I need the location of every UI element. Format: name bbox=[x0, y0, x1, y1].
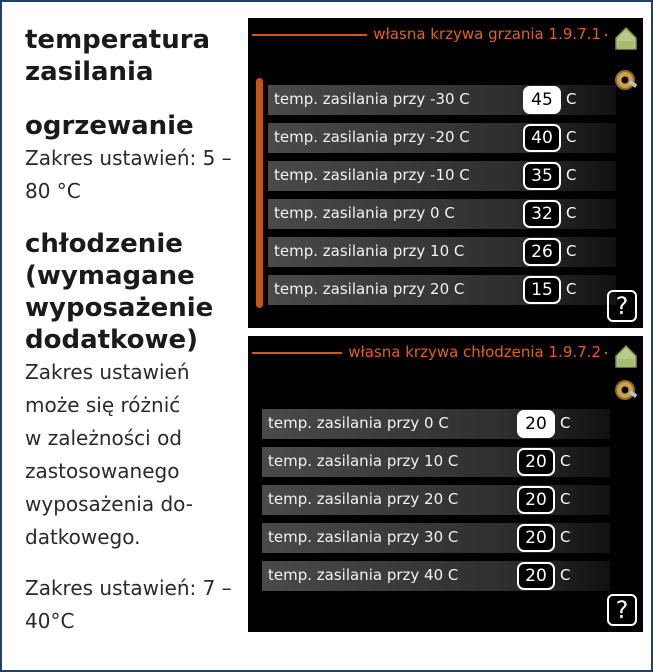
cooling-heading: chłodzenie (wymagane wyposażenie dodatko… bbox=[25, 229, 214, 355]
curve-row[interactable]: temp. zasilania przy 10 C 20 C bbox=[262, 447, 610, 477]
row-label: temp. zasilania przy 0 C bbox=[268, 414, 449, 432]
value-field[interactable]: 35 bbox=[523, 162, 561, 190]
unit-label: C bbox=[566, 90, 577, 108]
unit-label: C bbox=[560, 528, 571, 546]
cooling-curve-screen: własna krzywa chłodzenia 1.9.7.2 temp. z… bbox=[248, 336, 643, 632]
unit-label: C bbox=[560, 566, 571, 584]
row-label: temp. zasilania przy 10 C bbox=[274, 242, 465, 260]
screen-title: własna krzywa grzania 1.9.7.1 bbox=[367, 25, 605, 43]
row-label: temp. zasilania przy 40 C bbox=[268, 566, 459, 584]
heating-heading: ogrzewanie bbox=[25, 111, 194, 141]
value-field[interactable]: 20 bbox=[517, 410, 555, 438]
row-label: temp. zasilania przy -30 C bbox=[274, 90, 470, 108]
value-field[interactable]: 20 bbox=[517, 562, 555, 590]
unit-label: C bbox=[566, 280, 577, 298]
cooling-note: Zakres ustawień może się różnić w zależn… bbox=[25, 360, 193, 549]
value-field[interactable]: 20 bbox=[517, 448, 555, 476]
unit-label: C bbox=[566, 166, 577, 184]
row-label: temp. zasilania przy 0 C bbox=[274, 204, 455, 222]
value-field[interactable]: 45 bbox=[523, 86, 561, 114]
value-field[interactable]: 15 bbox=[523, 276, 561, 304]
heating-curve-screen: własna krzywa grzania 1.9.7.1 temp. zasi… bbox=[248, 18, 643, 328]
value-field[interactable]: 20 bbox=[517, 524, 555, 552]
screen-header: własna krzywa grzania 1.9.7.1 bbox=[248, 18, 643, 56]
heating-range: Zakres ustawień: 5 – 80 °C bbox=[25, 146, 232, 203]
unit-label: C bbox=[560, 452, 571, 470]
row-label: temp. zasilania przy 10 C bbox=[268, 452, 459, 470]
row-label: temp. zasilania przy 20 C bbox=[274, 280, 465, 298]
scrollbar[interactable] bbox=[256, 78, 263, 308]
gear-icon[interactable] bbox=[613, 68, 637, 92]
curve-row[interactable]: temp. zasilania przy 30 C 20 C bbox=[262, 523, 610, 553]
curve-row[interactable]: temp. zasilania przy 40 C 20 C bbox=[262, 561, 610, 591]
curve-row[interactable]: temp. zasilania przy -30 C 45 C bbox=[268, 85, 616, 115]
row-label: temp. zasilania przy 30 C bbox=[268, 528, 459, 546]
row-label: temp. zasilania przy 20 C bbox=[268, 490, 459, 508]
value-field[interactable]: 40 bbox=[523, 124, 561, 152]
screen-header: własna krzywa chłodzenia 1.9.7.2 bbox=[248, 336, 643, 374]
curve-row[interactable]: temp. zasilania przy 0 C 32 C bbox=[268, 199, 616, 229]
curve-row[interactable]: temp. zasilania przy 10 C 26 C bbox=[268, 237, 616, 267]
curve-row[interactable]: temp. zasilania przy 0 C 20 C bbox=[262, 409, 610, 439]
value-field[interactable]: 20 bbox=[517, 486, 555, 514]
help-icon[interactable]: ? bbox=[607, 290, 637, 322]
home-icon[interactable] bbox=[613, 25, 639, 51]
row-label: temp. zasilania przy -10 C bbox=[274, 166, 470, 184]
cooling-range: Zakres ustawień: 7 – 40°C bbox=[25, 576, 232, 633]
row-label: temp. zasilania przy -20 C bbox=[274, 128, 470, 146]
unit-label: C bbox=[560, 414, 571, 432]
gear-icon[interactable] bbox=[613, 378, 637, 402]
unit-label: C bbox=[560, 490, 571, 508]
text-column: temperatura zasilania ogrzewanie Zakres … bbox=[25, 24, 240, 638]
curve-row[interactable]: temp. zasilania przy 20 C 20 C bbox=[262, 485, 610, 515]
curve-row[interactable]: temp. zasilania przy 20 C 15 C bbox=[268, 275, 616, 305]
value-field[interactable]: 26 bbox=[523, 238, 561, 266]
value-field[interactable]: 32 bbox=[523, 200, 561, 228]
unit-label: C bbox=[566, 128, 577, 146]
screen-title: własna krzywa chłodzenia 1.9.7.2 bbox=[342, 343, 605, 361]
page-title: temperatura zasilania bbox=[25, 25, 211, 87]
unit-label: C bbox=[566, 204, 577, 222]
home-icon[interactable] bbox=[613, 343, 639, 369]
unit-label: C bbox=[566, 242, 577, 260]
curve-row[interactable]: temp. zasilania przy -10 C 35 C bbox=[268, 161, 616, 191]
curve-row[interactable]: temp. zasilania przy -20 C 40 C bbox=[268, 123, 616, 153]
help-icon[interactable]: ? bbox=[607, 594, 637, 626]
